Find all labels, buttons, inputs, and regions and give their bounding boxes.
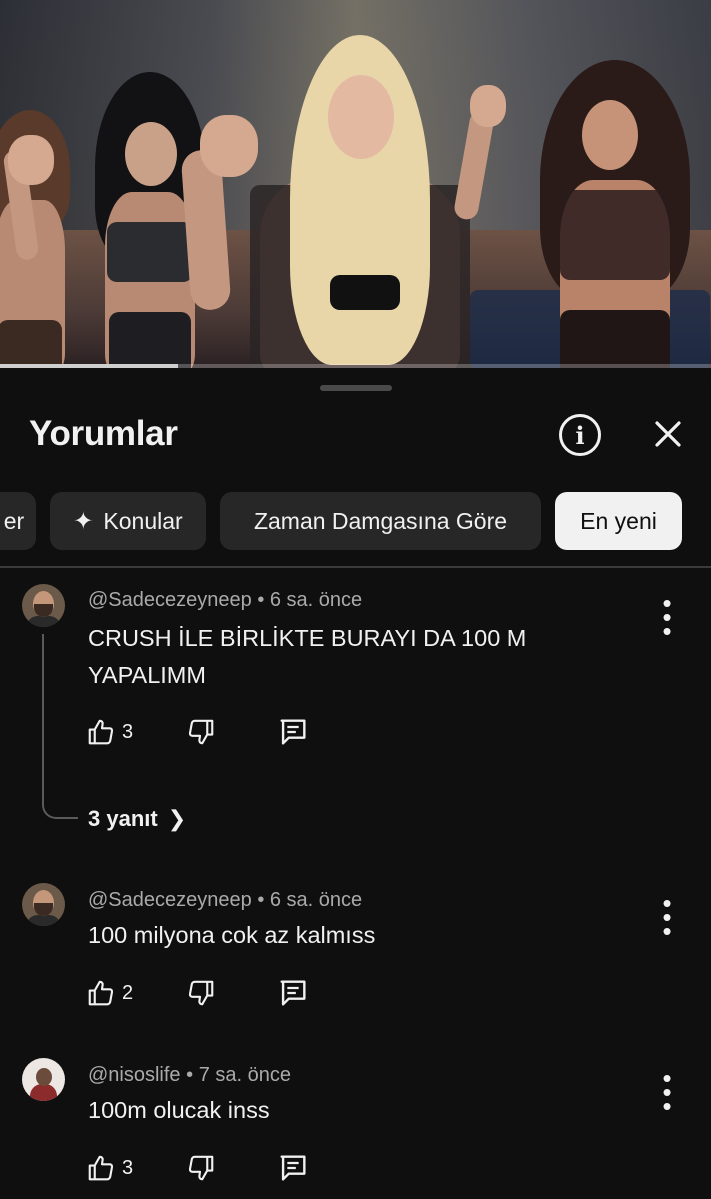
thumbs-up-icon (88, 1155, 114, 1181)
like-button[interactable]: 2 (86, 975, 133, 1011)
reply-button[interactable] (276, 1150, 310, 1186)
comment: @Sadecezeyneep • 6 sa. önce • • • 100 mily… (0, 883, 711, 1023)
comment: @nisoslife • 7 sa. önce • • • 100m olucak … (0, 1058, 711, 1198)
thumbs-down-icon (188, 980, 214, 1006)
chip-label: Konular (103, 507, 183, 534)
chip-timestamp[interactable]: Zaman Damgasına Göre (220, 492, 541, 550)
video-fist (8, 135, 54, 185)
thumbs-down-icon (188, 1155, 214, 1181)
view-replies-button[interactable]: 3 yanıt ❯ (88, 806, 186, 832)
comment-text: 100 milyona cok az kalmıss (88, 922, 376, 948)
more-options-icon[interactable]: • • • (652, 590, 682, 644)
like-count: 3 (122, 720, 134, 743)
avatar[interactable] (22, 883, 65, 926)
chip-label: er (3, 507, 25, 534)
video-dancer-3 (230, 35, 490, 368)
chip-newest[interactable]: En yeni (555, 492, 682, 550)
comment-time: 6 sa. önce (269, 889, 363, 911)
comment-meta: @Sadecezeyneep • 6 sa. önce (88, 589, 363, 611)
thread-line (42, 634, 78, 819)
comment-time: 6 sa. önce (269, 589, 363, 611)
close-icon[interactable] (648, 414, 688, 454)
chip-label: En yeni (580, 507, 657, 534)
comment-text: 100m olucak inss (88, 1097, 270, 1123)
sparkle-icon: ✦ (73, 507, 94, 535)
comment-author[interactable]: @Sadecezeyneep (88, 889, 252, 911)
thumbs-up-icon (88, 719, 114, 745)
thumbs-down-icon (188, 719, 214, 745)
drag-handle[interactable] (320, 385, 392, 391)
like-button[interactable]: 3 (86, 1150, 133, 1186)
comment-text: CRUSH İLE BİRLİKTE BURAYI DA 100 M YAPAL… (88, 625, 527, 688)
chip-label: Zaman Damgasına Göre (253, 507, 508, 534)
replies-label: 3 yanıt (88, 806, 158, 831)
divider (0, 566, 711, 568)
comment-actions: 2 (86, 975, 326, 1011)
comment: @Sadecezeyneep • 6 sa. önce • • • CRUSH İL… (0, 584, 711, 831)
comment-time: 7 sa. önce (198, 1064, 291, 1086)
comment-actions: 3 (86, 1150, 326, 1186)
chip-partial[interactable]: er (0, 492, 36, 550)
chevron-right-icon: ❯ (167, 806, 187, 831)
comment-icon (280, 1155, 306, 1181)
more-options-icon[interactable]: • • • (652, 1065, 682, 1119)
dislike-button[interactable] (186, 1150, 216, 1186)
video-progress-fill (0, 364, 178, 368)
video-fist (470, 85, 506, 127)
video-progress-bar[interactable] (0, 364, 711, 368)
thumbs-up-icon (88, 980, 114, 1006)
comment-meta: @Sadecezeyneep • 6 sa. önce (88, 889, 363, 911)
reply-button[interactable] (276, 714, 310, 750)
comment-actions: 3 (86, 714, 326, 750)
avatar[interactable] (22, 1058, 65, 1101)
comment-author[interactable]: @Sadecezeyneep (88, 589, 252, 611)
dislike-button[interactable] (186, 714, 216, 750)
video-dancer-4 (520, 60, 700, 368)
video-player[interactable] (0, 0, 711, 368)
more-options-icon[interactable]: • • • (652, 890, 682, 944)
filter-chips: er ✦ Konular Zaman Damgasına Göre En yen… (0, 492, 711, 552)
like-count: 3 (122, 1156, 134, 1179)
info-icon[interactable]: i (559, 414, 601, 456)
like-count: 2 (122, 981, 134, 1004)
panel-title: Yorumlar (29, 414, 178, 453)
comments-panel: Yorumlar i er ✦ Konular Zaman Damgasına … (0, 370, 711, 1199)
comment-icon (280, 719, 306, 745)
reply-button[interactable] (276, 975, 310, 1011)
chip-topics[interactable]: ✦ Konular (50, 492, 206, 550)
avatar[interactable] (22, 584, 65, 627)
dislike-button[interactable] (186, 975, 216, 1011)
comment-author[interactable]: @nisoslife (88, 1064, 181, 1086)
comment-meta: @nisoslife • 7 sa. önce (88, 1064, 291, 1086)
like-button[interactable]: 3 (86, 714, 133, 750)
comment-icon (280, 980, 306, 1006)
